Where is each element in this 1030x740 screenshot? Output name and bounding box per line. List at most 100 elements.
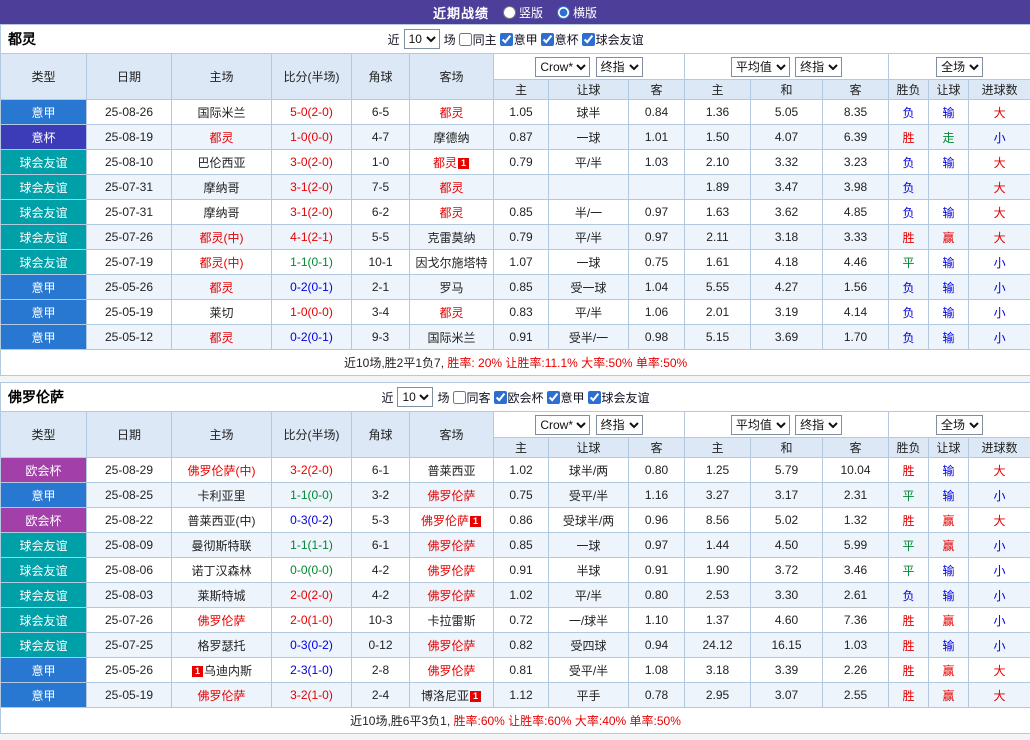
red-card-icon: 1 bbox=[458, 158, 469, 169]
red-card-icon: 1 bbox=[192, 666, 203, 677]
league-filter-checkbox[interactable]: 意甲 bbox=[547, 389, 585, 406]
league-filter-checkbox[interactable]: 意甲 bbox=[500, 31, 538, 48]
result-handicap: 输 bbox=[929, 633, 969, 658]
home-team-cell: 佛罗伦萨(中) bbox=[172, 458, 272, 483]
home-team-cell: 都灵 bbox=[172, 325, 272, 350]
avg-draw-odds: 4.07 bbox=[751, 125, 823, 150]
league-filter-checkbox[interactable]: 球会友谊 bbox=[582, 31, 644, 48]
match-date: 25-05-19 bbox=[87, 300, 172, 325]
result-goals: 小 bbox=[969, 325, 1030, 350]
avg-away-odds: 2.61 bbox=[823, 583, 889, 608]
league-filter-checkbox[interactable]: 欧会杯 bbox=[494, 389, 544, 406]
league-input[interactable] bbox=[588, 391, 601, 404]
horizontal-radio[interactable] bbox=[557, 6, 570, 19]
match-row: 球会友谊25-07-31摩纳哥3-1(2-0)6-2都灵0.85半/一0.971… bbox=[1, 200, 1030, 225]
match-row: 意甲25-05-19佛罗伦萨3-2(1-0)2-4博洛尼亚11.12平手0.78… bbox=[1, 683, 1030, 708]
handicap-line: 受平/半 bbox=[549, 658, 629, 683]
avg-home-odds: 2.10 bbox=[685, 150, 751, 175]
col-avg-home: 主 bbox=[685, 438, 751, 458]
corner-count: 2-4 bbox=[352, 683, 410, 708]
filter-games-label: 场 bbox=[437, 389, 449, 406]
col-header-type: 类型 bbox=[1, 54, 87, 100]
corner-count: 4-7 bbox=[352, 125, 410, 150]
bookmaker-period-select[interactable]: 终指 bbox=[596, 57, 643, 77]
home-odds: 0.79 bbox=[494, 225, 549, 250]
scope-select[interactable]: 全场 bbox=[936, 415, 983, 435]
league-input[interactable] bbox=[541, 33, 554, 46]
away-team-cell: 都灵 bbox=[410, 100, 494, 125]
col-header-corner: 角球 bbox=[352, 412, 410, 458]
filter-near-label: 近 bbox=[388, 31, 400, 48]
col-header-home: 主场 bbox=[172, 412, 272, 458]
average-select[interactable]: 平均值 bbox=[731, 415, 790, 435]
layout-option-horizontal[interactable]: 横版 bbox=[557, 4, 597, 21]
avg-home-odds: 1.37 bbox=[685, 608, 751, 633]
away-team-name: 都灵 bbox=[439, 181, 463, 195]
col-handicap: 让球 bbox=[549, 438, 629, 458]
home-team-cell: 莱切 bbox=[172, 300, 272, 325]
bookmaker-select[interactable]: Crow* bbox=[535, 57, 590, 77]
match-row: 球会友谊25-07-31摩纳哥3-1(2-0)7-5都灵1.893.473.98… bbox=[1, 175, 1030, 200]
results-table-torino: 都灵 近 10 场 同主 意甲 意杯 球会友谊 类型 bbox=[0, 24, 1030, 376]
result-win-loss: 胜 bbox=[889, 608, 929, 633]
summary-record: 近10场,胜6平3负1, bbox=[350, 714, 453, 728]
away-team-cell: 博洛尼亚1 bbox=[410, 683, 494, 708]
bookmaker-select[interactable]: Crow* bbox=[535, 415, 590, 435]
match-count-select[interactable]: 10 bbox=[397, 387, 433, 407]
avg-draw-odds: 5.05 bbox=[751, 100, 823, 125]
league-input[interactable] bbox=[547, 391, 560, 404]
same-venue-input[interactable] bbox=[453, 391, 466, 404]
layout-option-vertical[interactable]: 竖版 bbox=[503, 4, 543, 21]
corner-count: 10-1 bbox=[352, 250, 410, 275]
league-filter-checkbox[interactable]: 球会友谊 bbox=[588, 389, 650, 406]
league-input[interactable] bbox=[582, 33, 595, 46]
home-team-name: 都灵 bbox=[209, 281, 233, 295]
league-input[interactable] bbox=[500, 33, 513, 46]
red-card-icon: 1 bbox=[470, 691, 481, 702]
col-header-date: 日期 bbox=[87, 54, 172, 100]
away-team-cell: 罗马 bbox=[410, 275, 494, 300]
match-row: 意甲25-05-261乌迪内斯2-3(1-0)2-8佛罗伦萨0.81受平/半1.… bbox=[1, 658, 1030, 683]
match-date: 25-08-26 bbox=[87, 100, 172, 125]
league-label: 意甲 bbox=[561, 389, 585, 406]
avg-draw-odds: 3.32 bbox=[751, 150, 823, 175]
match-count-select[interactable]: 10 bbox=[404, 29, 440, 49]
col-home-odds: 主 bbox=[494, 438, 549, 458]
scope-select[interactable]: 全场 bbox=[936, 57, 983, 77]
home-team-cell: 摩纳哥 bbox=[172, 175, 272, 200]
section-title-row: 都灵 近 10 场 同主 意甲 意杯 球会友谊 bbox=[1, 25, 1030, 54]
away-team-name: 佛罗伦萨 bbox=[427, 664, 475, 678]
average-select[interactable]: 平均值 bbox=[731, 57, 790, 77]
result-goals: 大 bbox=[969, 225, 1030, 250]
vertical-radio[interactable] bbox=[503, 6, 516, 19]
league-type-badge: 意甲 bbox=[1, 325, 87, 350]
col-avg-draw: 和 bbox=[751, 80, 823, 100]
results-table-fiorentina: 佛罗伦萨 近 10 场 同客 欧会杯 意甲 球会友谊 类型 bbox=[0, 382, 1030, 734]
league-input[interactable] bbox=[494, 391, 507, 404]
avg-draw-odds: 3.62 bbox=[751, 200, 823, 225]
handicap-line: 平/半 bbox=[549, 150, 629, 175]
result-win-loss: 负 bbox=[889, 583, 929, 608]
avg-draw-odds: 5.79 bbox=[751, 458, 823, 483]
handicap-line: 半球 bbox=[549, 558, 629, 583]
bookmaker-period-select[interactable]: 终指 bbox=[596, 415, 643, 435]
avg-draw-odds: 3.17 bbox=[751, 483, 823, 508]
average-period-select[interactable]: 终指 bbox=[795, 57, 842, 77]
same-venue-input[interactable] bbox=[459, 33, 472, 46]
match-row: 球会友谊25-08-06诺丁汉森林0-0(0-0)4-2佛罗伦萨0.91半球0.… bbox=[1, 558, 1030, 583]
league-label: 球会友谊 bbox=[602, 389, 650, 406]
away-odds: 1.16 bbox=[629, 483, 685, 508]
home-team-cell: 都灵(中) bbox=[172, 225, 272, 250]
away-team-name: 佛罗伦萨 bbox=[427, 564, 475, 578]
league-filter-checkbox[interactable]: 意杯 bbox=[541, 31, 579, 48]
home-team-cell: 国际米兰 bbox=[172, 100, 272, 125]
league-label: 球会友谊 bbox=[596, 31, 644, 48]
match-row: 球会友谊25-07-19都灵(中)1-1(0-1)10-1因戈尔施塔特1.07一… bbox=[1, 250, 1030, 275]
home-team-name: 格罗瑟托 bbox=[197, 639, 245, 653]
col-header-away: 客场 bbox=[410, 412, 494, 458]
avg-away-odds: 2.31 bbox=[823, 483, 889, 508]
same-venue-checkbox[interactable]: 同主 bbox=[459, 31, 497, 48]
home-odds: 0.85 bbox=[494, 200, 549, 225]
average-period-select[interactable]: 终指 bbox=[795, 415, 842, 435]
same-venue-checkbox[interactable]: 同客 bbox=[453, 389, 491, 406]
